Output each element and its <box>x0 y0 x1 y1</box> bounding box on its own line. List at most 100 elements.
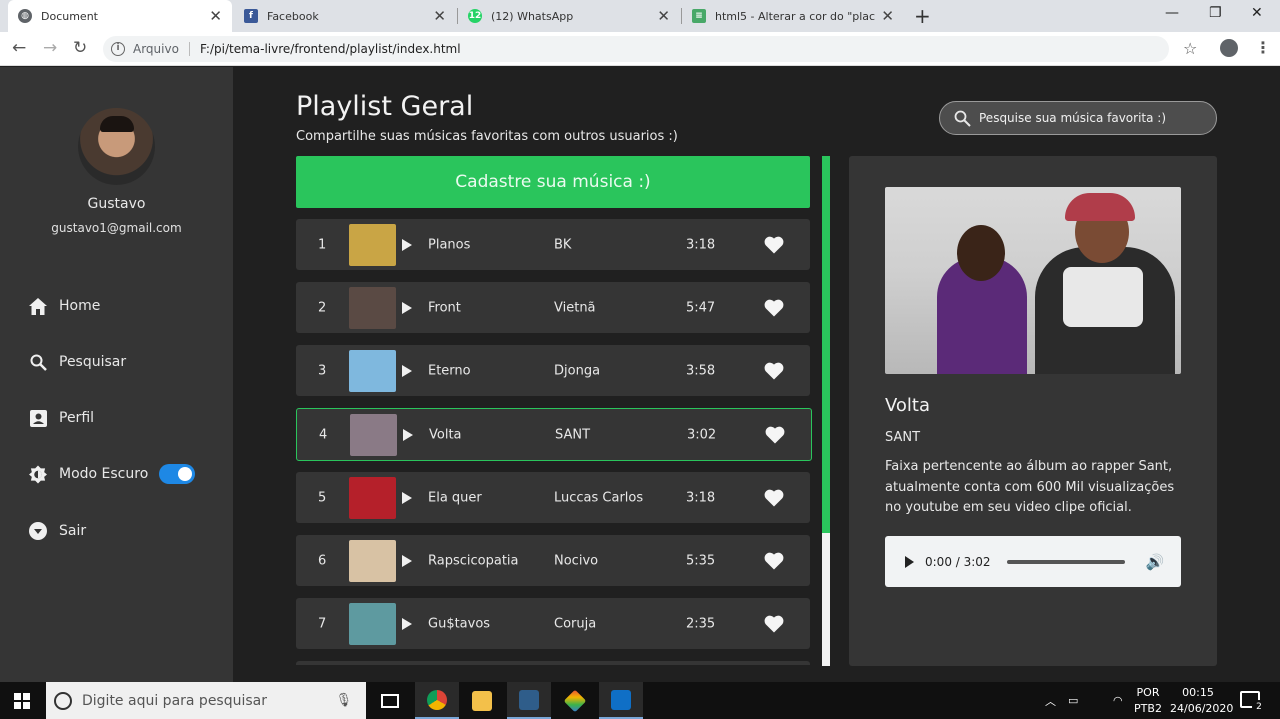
tab-whatsapp[interactable]: 12 (12) WhatsApp ✕ <box>458 0 680 32</box>
detail-description: Faixa pertencente ao álbum ao rapper San… <box>885 459 1175 515</box>
song-artist: Nocivo <box>554 553 599 568</box>
song-number: 3 <box>318 363 327 378</box>
play-icon[interactable] <box>403 428 413 441</box>
play-icon[interactable] <box>905 555 914 568</box>
wifi-icon[interactable]: ◠ <box>1113 682 1123 719</box>
heart-icon[interactable] <box>764 362 784 380</box>
tab-document[interactable]: ◍ Document ✕ <box>8 0 232 32</box>
song-row[interactable]: 2 Front Vietnã 5:47 <box>296 282 810 333</box>
app-icon[interactable] <box>507 682 551 719</box>
nav-dark-mode[interactable]: Modo Escuro <box>29 462 196 486</box>
new-tab-button[interactable]: + <box>914 4 931 28</box>
song-thumbnail <box>349 286 396 329</box>
taskbar: Digite aqui para pesquisar 🎙 ︿ ▭ ◠ POR P… <box>0 682 1280 719</box>
song-row[interactable]: 6 Rapscicopatia Nocivo 5:35 <box>296 535 810 586</box>
nav-home[interactable]: Home <box>29 294 100 318</box>
forward-arrow-icon[interactable]: → <box>43 38 57 58</box>
scrollbar-track[interactable] <box>822 156 830 666</box>
file-explorer-icon[interactable] <box>460 682 504 719</box>
back-arrow-icon[interactable]: ← <box>12 38 26 58</box>
song-number: 5 <box>318 490 327 505</box>
vscode-icon[interactable] <box>599 682 643 719</box>
microphone-icon[interactable]: 🎙 <box>335 693 352 708</box>
maximize-button[interactable]: ❐ <box>1209 5 1222 21</box>
heart-icon[interactable] <box>764 489 784 507</box>
task-view-icon[interactable] <box>368 682 412 719</box>
close-icon[interactable]: ✕ <box>209 7 222 25</box>
dark-mode-toggle[interactable] <box>159 464 196 484</box>
song-row[interactable] <box>296 661 810 665</box>
nav-profile[interactable]: Perfil <box>29 406 94 430</box>
tab-stackoverflow[interactable]: ≡ html5 - Alterar a cor do "placeho ✕ <box>682 0 904 32</box>
windows-start-icon[interactable] <box>14 693 30 709</box>
song-number: 1 <box>318 237 327 252</box>
cortana-icon[interactable] <box>54 691 72 710</box>
heart-icon[interactable] <box>764 299 784 317</box>
song-row[interactable]: 5 Ela quer Luccas Carlos 3:18 <box>296 472 810 523</box>
tray-device-icon[interactable]: ▭ <box>1068 682 1078 719</box>
tab-title: html5 - Alterar a cor do "placeho <box>715 9 876 23</box>
song-title: Eterno <box>428 363 471 378</box>
song-artist: Djonga <box>554 363 601 378</box>
url-field[interactable]: i Arquivo F:/pi/tema-livre/frontend/play… <box>103 36 1169 62</box>
song-duration: 5:47 <box>686 300 716 315</box>
heart-icon[interactable] <box>765 426 785 444</box>
play-icon[interactable] <box>402 554 412 567</box>
song-thumbnail <box>349 539 396 582</box>
language-indicator[interactable]: POR PTB2 <box>1133 685 1163 717</box>
url-text[interactable]: F:/pi/tema-livre/frontend/playlist/index… <box>200 42 461 56</box>
song-number: 4 <box>319 427 328 442</box>
song-row[interactable]: 1 Planos BK 3:18 <box>296 219 810 270</box>
play-icon[interactable] <box>402 617 412 630</box>
song-duration: 3:02 <box>687 427 717 442</box>
play-icon[interactable] <box>402 364 412 377</box>
taskbar-search[interactable]: Digite aqui para pesquisar 🎙 <box>46 682 366 719</box>
search-box[interactable] <box>939 101 1217 135</box>
tab-facebook[interactable]: f Facebook ✕ <box>234 0 456 32</box>
song-duration: 3:58 <box>686 363 716 378</box>
bookmark-star-icon[interactable]: ☆ <box>1183 39 1197 58</box>
chrome-icon[interactable] <box>415 682 459 719</box>
song-row[interactable]: 4 Volta SANT 3:02 <box>296 408 812 461</box>
close-icon[interactable]: ✕ <box>657 7 670 25</box>
close-icon[interactable]: ✕ <box>881 7 894 25</box>
play-icon[interactable] <box>402 301 412 314</box>
nav-logout[interactable]: Sair <box>29 519 86 543</box>
close-window-button[interactable]: ✕ <box>1251 5 1263 21</box>
brightness-icon <box>29 465 47 483</box>
user-name: Gustavo <box>87 196 146 212</box>
profile-avatar-icon[interactable] <box>1220 39 1238 57</box>
close-icon[interactable]: ✕ <box>433 7 446 25</box>
user-email: gustavo1@gmail.com <box>51 221 182 235</box>
taskbar-search-placeholder: Digite aqui para pesquisar <box>82 692 268 709</box>
nav-search[interactable]: Pesquisar <box>29 350 126 374</box>
song-artist: Vietnã <box>554 300 596 315</box>
minimize-button[interactable]: — <box>1165 5 1179 21</box>
menu-kebab-icon[interactable]: ⋮ <box>1255 38 1271 57</box>
scrollbar-thumb[interactable] <box>822 156 830 534</box>
play-icon[interactable] <box>402 238 412 251</box>
nav-home-label: Home <box>59 298 101 314</box>
heart-icon[interactable] <box>764 236 784 254</box>
heart-icon[interactable] <box>764 552 784 570</box>
avatar[interactable] <box>78 108 155 185</box>
volume-icon[interactable]: 🔊 <box>1146 553 1165 571</box>
address-bar: ← → ↻ i Arquivo F:/pi/tema-livre/fronten… <box>0 32 1280 66</box>
heart-icon[interactable] <box>764 615 784 633</box>
song-row[interactable]: 7 Gu$tavos Coruja 2:35 <box>296 598 810 649</box>
clock[interactable]: 00:15 24/06/2020 <box>1170 685 1233 717</box>
profile-icon <box>29 409 47 427</box>
player-progress[interactable] <box>1006 559 1125 564</box>
reload-icon[interactable]: ↻ <box>73 38 87 58</box>
player-time: 0:00 / 3:02 <box>925 554 991 569</box>
git-kraken-icon[interactable] <box>553 682 597 719</box>
register-song-button[interactable]: Cadastre sua música :) <box>296 156 810 208</box>
song-duration: 3:18 <box>686 237 716 252</box>
play-icon[interactable] <box>402 491 412 504</box>
notification-icon[interactable]: 2 <box>1240 691 1266 714</box>
song-row[interactable]: 3 Eterno Djonga 3:58 <box>296 345 810 396</box>
tray-chevron-icon[interactable]: ︿ <box>1045 682 1056 719</box>
info-icon[interactable]: i <box>111 42 125 56</box>
search-input[interactable] <box>979 111 1199 125</box>
song-number: 2 <box>318 300 327 315</box>
